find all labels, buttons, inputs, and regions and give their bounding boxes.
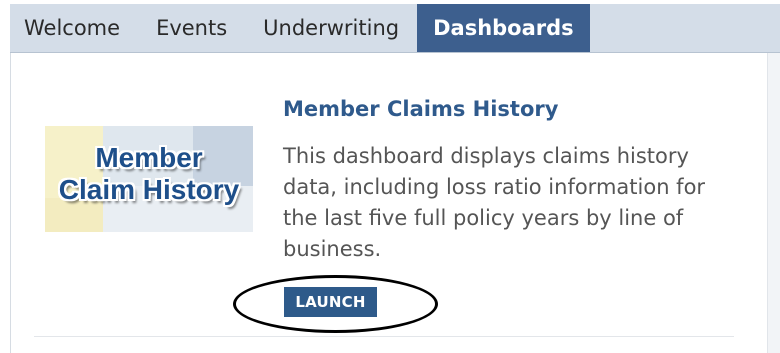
tab-events[interactable]: Events xyxy=(138,4,245,52)
thumbnail-label-line1: Member xyxy=(95,142,203,173)
dashboard-description: This dashboard displays claims history d… xyxy=(283,144,706,261)
scrollbar-track[interactable] xyxy=(767,53,780,353)
launch-button[interactable]: LAUNCH xyxy=(284,287,377,317)
divider xyxy=(34,336,734,337)
tab-dashboards[interactable]: Dashboards xyxy=(417,4,590,52)
thumbnail-label-line2: Claim History xyxy=(58,174,240,205)
top-nav-tabs: Welcome Events Underwriting Dashboards xyxy=(10,4,780,53)
dashboard-thumbnail[interactable]: Member Claim History xyxy=(45,126,253,232)
thumbnail-label: Member Claim History xyxy=(45,142,253,206)
tab-underwriting[interactable]: Underwriting xyxy=(245,4,417,52)
dashboard-title[interactable]: Member Claims History xyxy=(283,97,558,121)
tab-welcome[interactable]: Welcome xyxy=(10,4,138,52)
